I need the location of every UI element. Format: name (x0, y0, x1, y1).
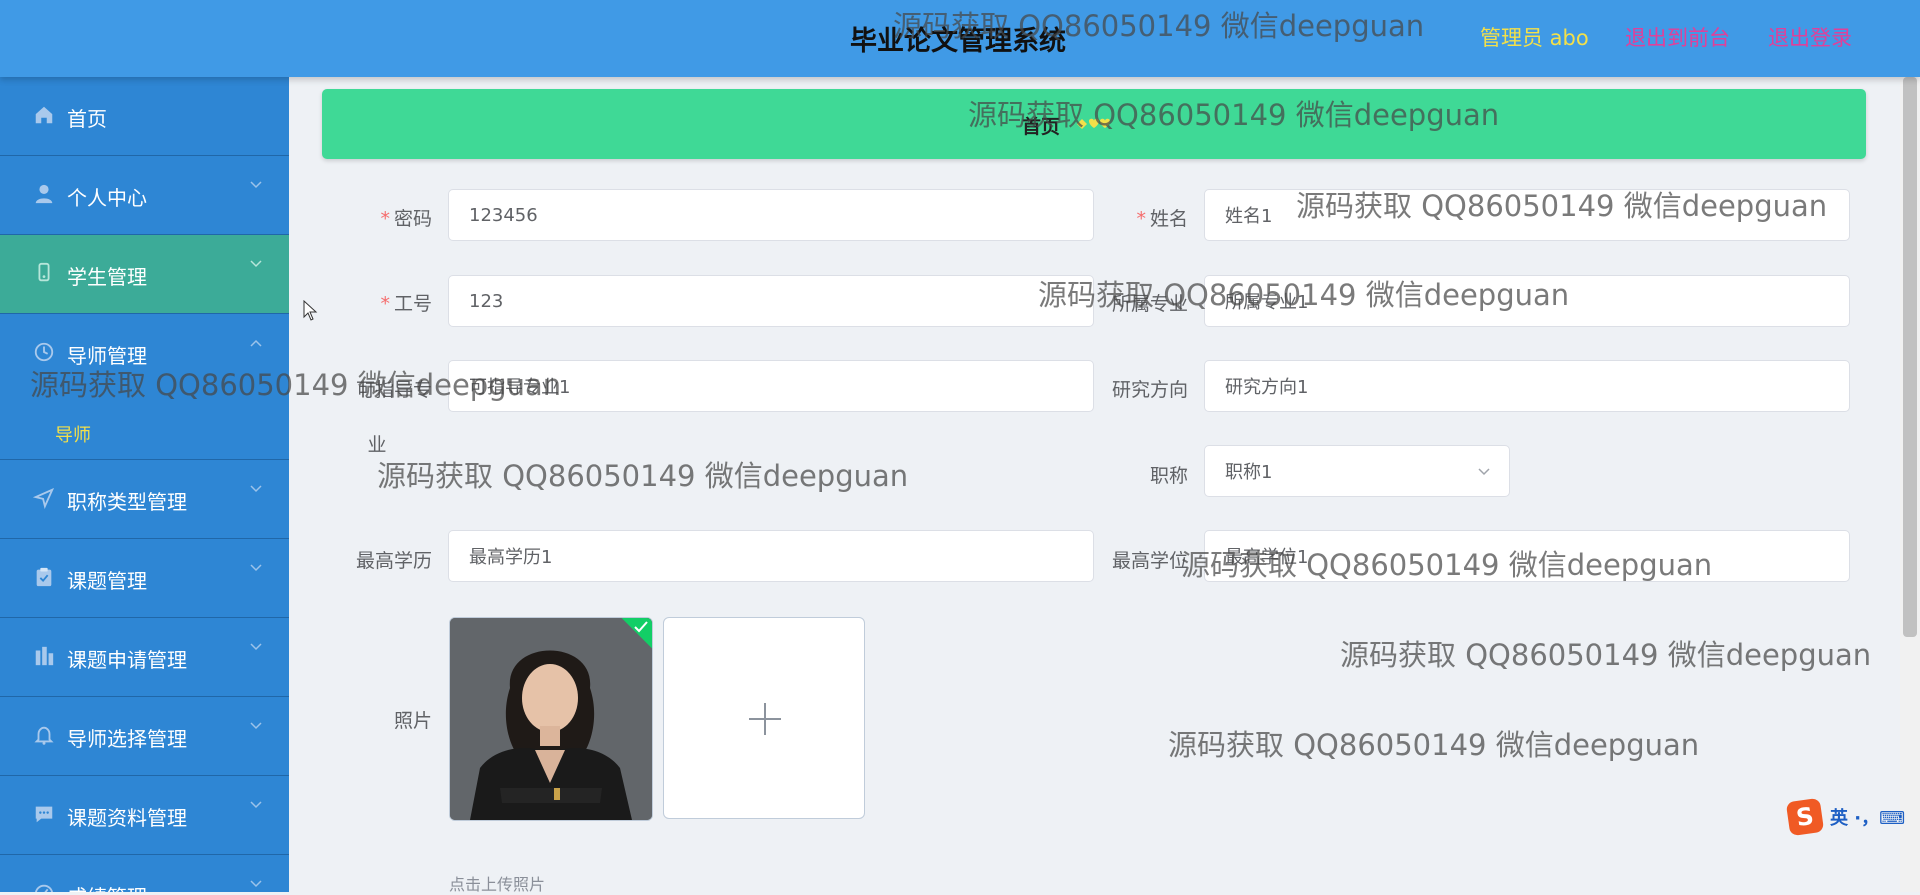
gauge-icon (35, 884, 53, 892)
sidebar-item-teachers[interactable]: 导师管理 (0, 314, 289, 392)
mouse-cursor-icon (303, 300, 318, 321)
sidebar-item-topic-applications[interactable]: 课题申请管理 (0, 618, 289, 697)
plus-icon (749, 703, 781, 735)
sidebar-item-students[interactable]: 学生管理 (0, 235, 289, 314)
photo-label: 照片 (393, 710, 432, 732)
student-icon (38, 262, 50, 282)
job-number-field[interactable]: 123 (448, 275, 1094, 327)
navigation-icon (33, 487, 55, 509)
sidebar: 首页 个人中心 学生管理 导师管理 导师 职称类型管理 课题管理 课题申请管理 … (0, 77, 289, 892)
sidebar-item-label: 个人中心 (67, 186, 147, 210)
back-to-front-link[interactable]: 退出到前台 (1625, 22, 1730, 52)
research-field[interactable]: 研究方向1 (1204, 360, 1850, 412)
admin-label: 管理员 abo (1480, 26, 1589, 50)
ime-logo-icon: S (1785, 797, 1825, 837)
teaching-major-label-wrap: 业 (367, 434, 387, 456)
chevron-down-icon (250, 564, 262, 572)
teaching-major-label: 可指导专 (355, 379, 432, 401)
chevron-down-icon (250, 260, 262, 268)
sidebar-item-personal[interactable]: 个人中心 (0, 156, 289, 235)
check-icon (634, 621, 648, 633)
name-label: * 姓名 (1136, 208, 1188, 230)
sidebar-item-grades[interactable]: 成绩管理 (0, 855, 289, 892)
title-label: 职称 (1149, 465, 1188, 487)
degree-field[interactable]: 最高学位1 (1204, 530, 1850, 582)
degree-label: 最高学位 (1111, 550, 1188, 572)
job-number-label: * 工号 (380, 293, 432, 315)
teaching-major-field[interactable]: 可指导专业1 (448, 360, 1094, 412)
chevron-down-icon (250, 880, 262, 888)
portrait-image (450, 618, 652, 820)
sidebar-item-label: 职称类型管理 (67, 490, 187, 514)
password-label: * 密码 (380, 208, 432, 230)
education-field[interactable]: 最高学历1 (448, 530, 1094, 582)
scrollbar-thumb[interactable] (1903, 77, 1917, 637)
breadcrumb-home[interactable]: 首页 (1022, 112, 1060, 139)
sidebar-item-label: 导师管理 (67, 344, 147, 368)
major-field[interactable]: 所属专业1 (1204, 275, 1850, 327)
sidebar-item-label: 学生管理 (67, 265, 147, 289)
home-icon (35, 106, 53, 124)
title-select-value: 职称1 (1225, 462, 1273, 483)
breadcrumb: 首页 (322, 89, 1866, 159)
sidebar-item-label: 导师选择管理 (67, 727, 187, 751)
name-field[interactable]: 姓名1 (1204, 189, 1850, 241)
chevron-down-icon (1478, 468, 1490, 476)
sidebar-item-topics[interactable]: 课题管理 (0, 539, 289, 618)
chevron-up-icon (250, 339, 262, 347)
message-icon (35, 806, 53, 823)
sidebar-group-teachers: 导师管理 导师 (0, 314, 289, 460)
clipboard-icon (36, 567, 52, 587)
photo-thumbnail[interactable] (449, 617, 653, 821)
sidebar-item-home[interactable]: 首页 (0, 77, 289, 156)
app-title: 毕业论文管理系统 (850, 26, 1066, 57)
sidebar-item-label: 课题申请管理 (67, 648, 187, 672)
title-select[interactable]: 职称1 (1204, 445, 1510, 497)
chevron-down-icon (250, 181, 262, 189)
research-label: 研究方向 (1111, 379, 1188, 401)
watermark: 源码获取 QQ86050149 微信deepguan (377, 459, 909, 493)
sidebar-item-advisor-selection[interactable]: 导师选择管理 (0, 697, 289, 776)
password-field[interactable]: 123456 (448, 189, 1094, 241)
sidebar-item-label: 课题管理 (67, 569, 147, 593)
sidebar-item-title-types[interactable]: 职称类型管理 (0, 460, 289, 539)
education-label: 最高学历 (355, 550, 432, 572)
breadcrumb-separator-icon (1077, 118, 1110, 129)
sidebar-item-label: 首页 (67, 107, 107, 131)
ime-status: 英 ·，⌨ (1830, 808, 1906, 829)
bell-icon (34, 726, 54, 745)
chart-bar-icon (35, 646, 54, 666)
upload-photo-button[interactable] (663, 617, 865, 819)
clock-icon (34, 342, 54, 362)
chevron-down-icon (250, 722, 262, 730)
sidebar-subitem-teacher[interactable]: 导师 (55, 421, 91, 447)
ime-toolbar[interactable]: S 英 ·，⌨ (1785, 797, 1920, 837)
sidebar-item-label: 成绩管理 (67, 881, 147, 892)
sidebar-item-topic-materials[interactable]: 课题资料管理 (0, 776, 289, 855)
watermark: 源码获取 QQ86050149 微信deepguan (1340, 638, 1872, 672)
chevron-down-icon (250, 643, 262, 651)
sidebar-item-label: 课题资料管理 (67, 806, 187, 830)
user-icon (35, 184, 53, 204)
chevron-down-icon (250, 485, 262, 493)
major-label: 所属专业 (1111, 293, 1188, 315)
watermark: 源码获取 QQ86050149 微信deepguan (1168, 728, 1700, 762)
logout-link[interactable]: 退出登录 (1768, 22, 1852, 52)
upload-tip: 点击上传照片 (449, 875, 546, 894)
chevron-down-icon (250, 801, 262, 809)
top-header: 毕业论文管理系统 管理员 abo 退出到前台 退出登录 (0, 0, 1920, 77)
